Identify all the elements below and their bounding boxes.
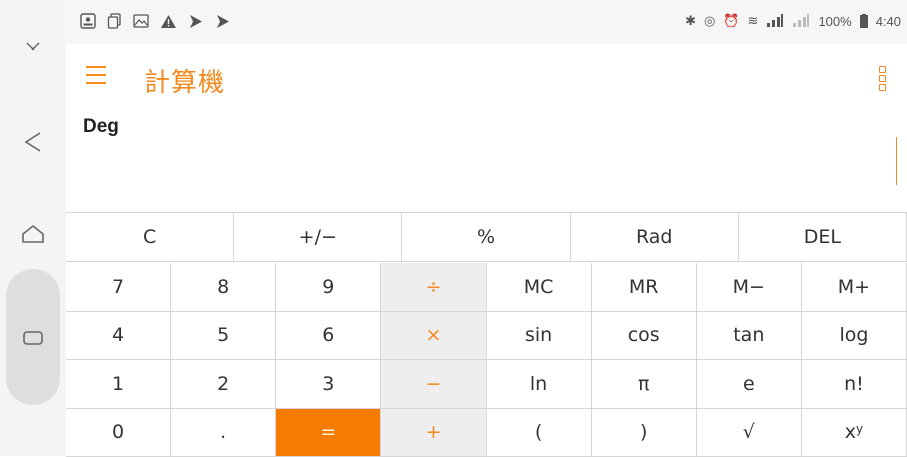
notification-icons	[80, 13, 231, 29]
digit-0-button[interactable]: 0	[66, 409, 171, 457]
factorial-button[interactable]: n!	[802, 360, 907, 409]
overflow-menu-icon[interactable]	[879, 66, 887, 88]
app-title: 計算機	[144, 62, 225, 99]
divide-button[interactable]: ÷	[381, 263, 486, 312]
digit-1-button[interactable]: 1	[66, 360, 171, 409]
percent-button[interactable]: %	[402, 213, 570, 262]
digit-9-button[interactable]: 9	[276, 263, 381, 312]
open-paren-button[interactable]: (	[487, 409, 592, 457]
bluetooth-icon: ✱	[685, 13, 696, 29]
memory-minus-button[interactable]: M−	[697, 263, 802, 312]
collapse-nav-icon[interactable]	[0, 32, 66, 60]
power-base: x	[845, 421, 856, 443]
delete-button[interactable]: DEL	[739, 213, 907, 262]
alarm-icon: ⏰	[723, 13, 739, 29]
memory-recall-button[interactable]: MR	[592, 263, 697, 312]
decimal-point-button[interactable]: .	[171, 409, 276, 457]
digit-7-button[interactable]: 7	[66, 263, 171, 312]
power-exponent: y	[856, 422, 863, 436]
add-button[interactable]: +	[381, 409, 486, 457]
status-bar: ✱ ◎ ⏰ ≋ 100% 4:40	[66, 0, 907, 44]
signal-icon	[766, 14, 784, 28]
flag-icon	[188, 14, 204, 29]
navigation-bar	[0, 0, 66, 456]
home-icon[interactable]	[0, 214, 66, 254]
subtract-button[interactable]: −	[381, 360, 486, 409]
sign-toggle-button[interactable]: +/−	[234, 213, 402, 262]
keypad-grid: 7 8 9 ÷ MC MR M− M+ 4 5 6 × sin cos tan …	[66, 263, 907, 457]
square-root-button[interactable]: √	[697, 409, 802, 457]
back-icon[interactable]	[0, 122, 66, 162]
digit-6-button[interactable]: 6	[276, 312, 381, 361]
cos-button[interactable]: cos	[592, 312, 697, 361]
rad-button[interactable]: Rad	[571, 213, 739, 262]
gallery-icon	[133, 14, 149, 28]
wifi-icon: ≋	[748, 13, 759, 29]
calculator-display[interactable]: Deg	[66, 108, 907, 212]
memory-plus-button[interactable]: M+	[802, 263, 907, 312]
digit-5-button[interactable]: 5	[171, 312, 276, 361]
ln-button[interactable]: ln	[487, 360, 592, 409]
flag-icon-2	[215, 14, 231, 29]
clock: 4:40	[876, 14, 901, 29]
digit-3-button[interactable]: 3	[276, 360, 381, 409]
tan-button[interactable]: tan	[697, 312, 802, 361]
digit-8-button[interactable]: 8	[171, 263, 276, 312]
text-cursor	[896, 137, 897, 185]
copy-icon	[107, 13, 122, 29]
memory-clear-button[interactable]: MC	[487, 263, 592, 312]
digit-2-button[interactable]: 2	[171, 360, 276, 409]
hamburger-menu-icon[interactable]	[86, 66, 106, 84]
clear-button[interactable]: C	[66, 213, 234, 262]
app-bar: 計算機	[66, 44, 907, 108]
equals-button[interactable]: =	[276, 409, 381, 457]
e-button[interactable]: e	[697, 360, 802, 409]
recent-apps-icon[interactable]	[0, 318, 66, 358]
system-icons: ✱ ◎ ⏰ ≋ 100% 4:40	[685, 13, 901, 29]
angle-mode-label: Deg	[83, 116, 119, 138]
sync-icon: ◎	[704, 13, 715, 29]
pi-button[interactable]: π	[592, 360, 697, 409]
digit-4-button[interactable]: 4	[66, 312, 171, 361]
close-paren-button[interactable]: )	[592, 409, 697, 457]
signal-icon-2	[792, 14, 810, 28]
keypad: C +/− % Rad DEL 7 8 9 ÷ MC MR M− M+ 4 5 …	[66, 212, 907, 457]
battery-icon	[860, 14, 868, 28]
sin-button[interactable]: sin	[487, 312, 592, 361]
keypad-top-row: C +/− % Rad DEL	[66, 213, 907, 263]
warning-icon	[160, 14, 177, 29]
battery-percent: 100%	[818, 14, 851, 29]
multiply-button[interactable]: ×	[381, 312, 486, 361]
screen-record-icon	[80, 13, 96, 29]
power-button[interactable]: xy	[802, 409, 907, 457]
log-button[interactable]: log	[802, 312, 907, 361]
